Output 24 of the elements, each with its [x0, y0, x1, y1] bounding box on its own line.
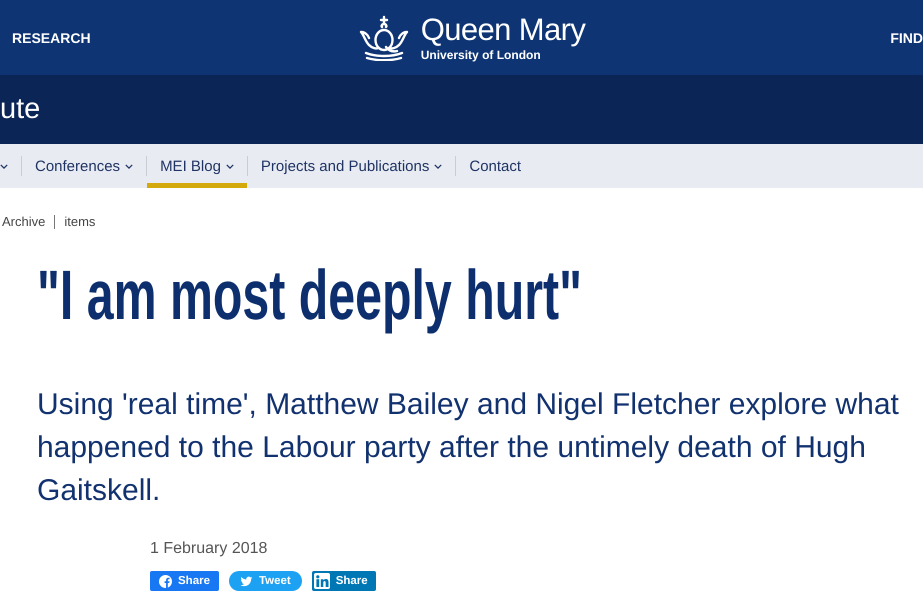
linkedin-logo-icon	[314, 573, 330, 589]
nav-item[interactable]: Conferences	[22, 144, 146, 188]
find-link[interactable]: FIND	[890, 30, 923, 46]
chevron-down-icon	[125, 164, 134, 168]
share-button[interactable]: Share	[312, 571, 376, 591]
article-standfirst: Using 'real time', Matthew Bailey and Nigel Fletcher explore what happened to the Labour party after the untimely death of Hugh Gaitskell.	[37, 387, 900, 509]
nav-item[interactable]: Projects and Publications	[248, 144, 456, 188]
bird-logo-icon	[240, 574, 253, 588]
research-link[interactable]: RESEARCH	[12, 30, 91, 46]
site-title: ute	[0, 93, 40, 126]
logo-wordmark: Queen Mary	[420, 12, 586, 46]
breadcrumb-link[interactable]: Archive	[2, 214, 46, 230]
share-button[interactable]: Share	[150, 571, 219, 591]
crown-crest-icon	[358, 14, 410, 60]
chevron-down-icon	[0, 164, 8, 168]
breadcrumb-link[interactable]: items	[64, 214, 96, 230]
publish-date: 1 February 2018	[150, 539, 268, 559]
nav-item[interactable]: MEI Blog	[147, 144, 247, 188]
chevron-down-icon	[226, 164, 234, 168]
university-logo[interactable]: Queen Mary University of London	[358, 12, 586, 62]
logo-subtitle: University of London	[420, 48, 542, 62]
nav-item[interactable]: Contact	[456, 144, 534, 188]
facebook-logo-icon	[159, 574, 172, 588]
chevron-down-icon	[434, 164, 442, 168]
